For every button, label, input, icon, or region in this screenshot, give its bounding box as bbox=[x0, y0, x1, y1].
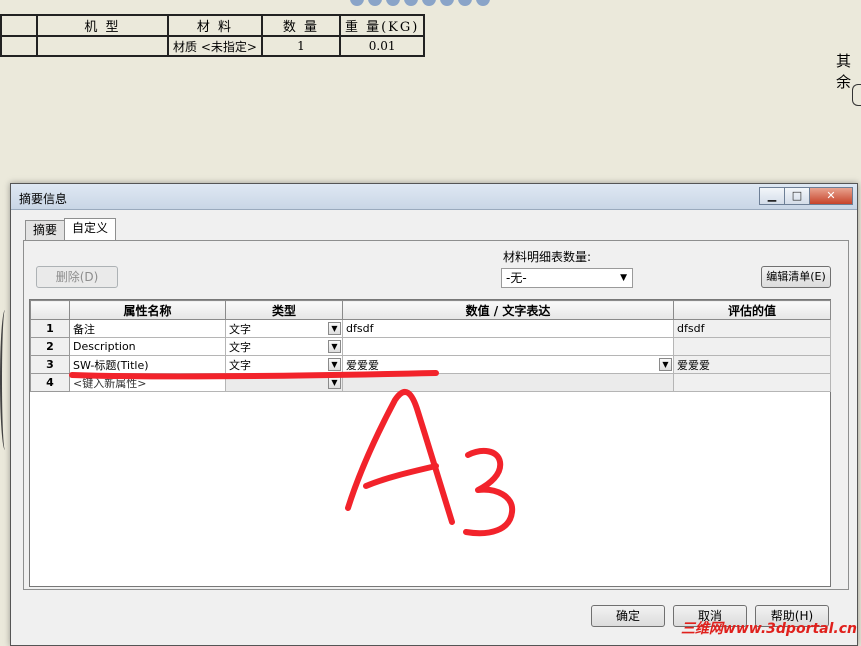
bom-qty-label: 材料明细表数量: bbox=[503, 250, 592, 264]
bom-qty-value: -无- bbox=[506, 271, 527, 285]
roughness-symbol-icon bbox=[852, 84, 861, 106]
table-row[interactable]: 4 <键入新属性> ▼ bbox=[30, 373, 831, 392]
minimize-button[interactable]: ▁ bbox=[759, 187, 785, 205]
bom-cell-blank bbox=[0, 14, 38, 37]
chevron-down-icon[interactable]: ▼ bbox=[328, 322, 341, 335]
new-property-cell[interactable]: <键入新属性> bbox=[69, 373, 226, 392]
grid-header-row: 属性名称 类型 数值 / 文字表达 评估的值 bbox=[30, 300, 831, 320]
bom-cell-material: 材质 <未指定> bbox=[167, 35, 263, 57]
summary-info-dialog: 摘要信息 ▁ □ ✕ 摘要 自定义 删除(D) 材料明细表数量: -无- ▼ 编… bbox=[10, 183, 858, 646]
chevron-down-icon[interactable]: ▼ bbox=[659, 358, 672, 371]
bom-cell-qty: 1 bbox=[260, 35, 341, 57]
property-value-cell[interactable]: dfsdf bbox=[342, 319, 674, 338]
property-grid: 属性名称 类型 数值 / 文字表达 评估的值 1 备注 文字 ▼ dfsdf df… bbox=[29, 299, 831, 587]
property-value-cell[interactable] bbox=[342, 373, 674, 392]
table-row[interactable]: 2 Description 文字 ▼ bbox=[30, 337, 831, 356]
view-toolbar[interactable] bbox=[350, 0, 560, 6]
row-number: 4 bbox=[30, 373, 70, 392]
chevron-down-icon[interactable]: ▼ bbox=[328, 376, 341, 389]
site-watermark: 三维网www.3dportal.cn bbox=[680, 621, 857, 637]
dialog-titlebar[interactable]: 摘要信息 ▁ □ ✕ bbox=[11, 184, 857, 210]
property-value-text: 爱爱爱 bbox=[346, 358, 379, 372]
drawing-outline bbox=[0, 310, 10, 450]
property-type-cell[interactable]: ▼ bbox=[225, 373, 343, 392]
property-value-cell[interactable] bbox=[342, 337, 674, 356]
property-name-cell[interactable]: Description bbox=[69, 337, 226, 356]
edit-list-button[interactable]: 编辑清单(E) bbox=[761, 266, 831, 288]
ok-button[interactable]: 确定 bbox=[591, 605, 665, 627]
property-type-cell[interactable]: 文字 ▼ bbox=[225, 319, 343, 338]
bom-cell-blank bbox=[0, 35, 38, 57]
evaluated-value-cell bbox=[673, 337, 831, 356]
row-number: 3 bbox=[30, 355, 70, 374]
bom-header-qty: 数 量 bbox=[260, 14, 341, 37]
tab-custom[interactable]: 自定义 bbox=[64, 218, 117, 240]
evaluated-value-cell: dfsdf bbox=[673, 319, 831, 338]
tab-bar: 摘要 自定义 bbox=[25, 218, 117, 240]
property-type-value: 文字 bbox=[229, 322, 251, 336]
rotate-icon[interactable] bbox=[386, 0, 400, 6]
row-number: 1 bbox=[30, 319, 70, 338]
hide-show-icon[interactable] bbox=[458, 0, 472, 6]
zoom-icon[interactable] bbox=[350, 0, 364, 6]
chevron-down-icon[interactable]: ▼ bbox=[328, 340, 341, 353]
column-header-evaluated: 评估的值 bbox=[673, 300, 831, 320]
tab-summary[interactable]: 摘要 bbox=[25, 220, 66, 240]
display-style-icon[interactable] bbox=[440, 0, 454, 6]
column-header-type: 类型 bbox=[225, 300, 343, 320]
bom-header-model: 机 型 bbox=[36, 14, 169, 37]
chevron-down-icon[interactable]: ▼ bbox=[620, 269, 627, 287]
view-orientation-icon[interactable] bbox=[422, 0, 436, 6]
delete-button[interactable]: 删除(D) bbox=[36, 266, 118, 288]
maximize-button[interactable]: □ bbox=[784, 187, 810, 205]
property-type-cell[interactable]: 文字 ▼ bbox=[225, 355, 343, 374]
table-row[interactable]: 1 备注 文字 ▼ dfsdf dfsdf bbox=[30, 319, 831, 338]
appearance-icon[interactable] bbox=[476, 0, 490, 6]
evaluated-value-cell: 爱爱爱 bbox=[673, 355, 831, 374]
table-row[interactable]: 3 SW-标题(Title) 文字 ▼ 爱爱爱 ▼ 爱爱爱 bbox=[30, 355, 831, 374]
close-button[interactable]: ✕ bbox=[809, 187, 853, 205]
row-number: 2 bbox=[30, 337, 70, 356]
bom-table: 机 型 材 料 数 量 重 量(KG) 材质 <未指定> 1 0.01 bbox=[0, 14, 426, 57]
column-header-value: 数值 / 文字表达 bbox=[342, 300, 674, 320]
property-name-cell[interactable]: SW-标题(Title) bbox=[69, 355, 226, 374]
dialog-title: 摘要信息 bbox=[19, 192, 68, 206]
evaluated-value-cell bbox=[673, 373, 831, 392]
bom-header-material: 材 料 bbox=[167, 14, 263, 37]
bom-header-weight: 重 量(KG) bbox=[338, 14, 426, 37]
chevron-down-icon[interactable]: ▼ bbox=[328, 358, 341, 371]
bom-cell-model bbox=[36, 35, 169, 57]
property-type-cell[interactable]: 文字 ▼ bbox=[225, 337, 343, 356]
bom-qty-select[interactable]: -无- ▼ bbox=[501, 268, 633, 288]
column-header-index bbox=[30, 300, 70, 320]
property-name-cell[interactable]: 备注 bbox=[69, 319, 226, 338]
property-type-value: 文字 bbox=[229, 358, 251, 372]
bom-cell-weight: 0.01 bbox=[338, 35, 426, 57]
zoom-area-icon[interactable] bbox=[368, 0, 382, 6]
pan-icon[interactable] bbox=[404, 0, 418, 6]
property-type-value: 文字 bbox=[229, 340, 251, 354]
column-header-name: 属性名称 bbox=[69, 300, 226, 320]
property-value-cell[interactable]: 爱爱爱 ▼ bbox=[342, 355, 674, 374]
